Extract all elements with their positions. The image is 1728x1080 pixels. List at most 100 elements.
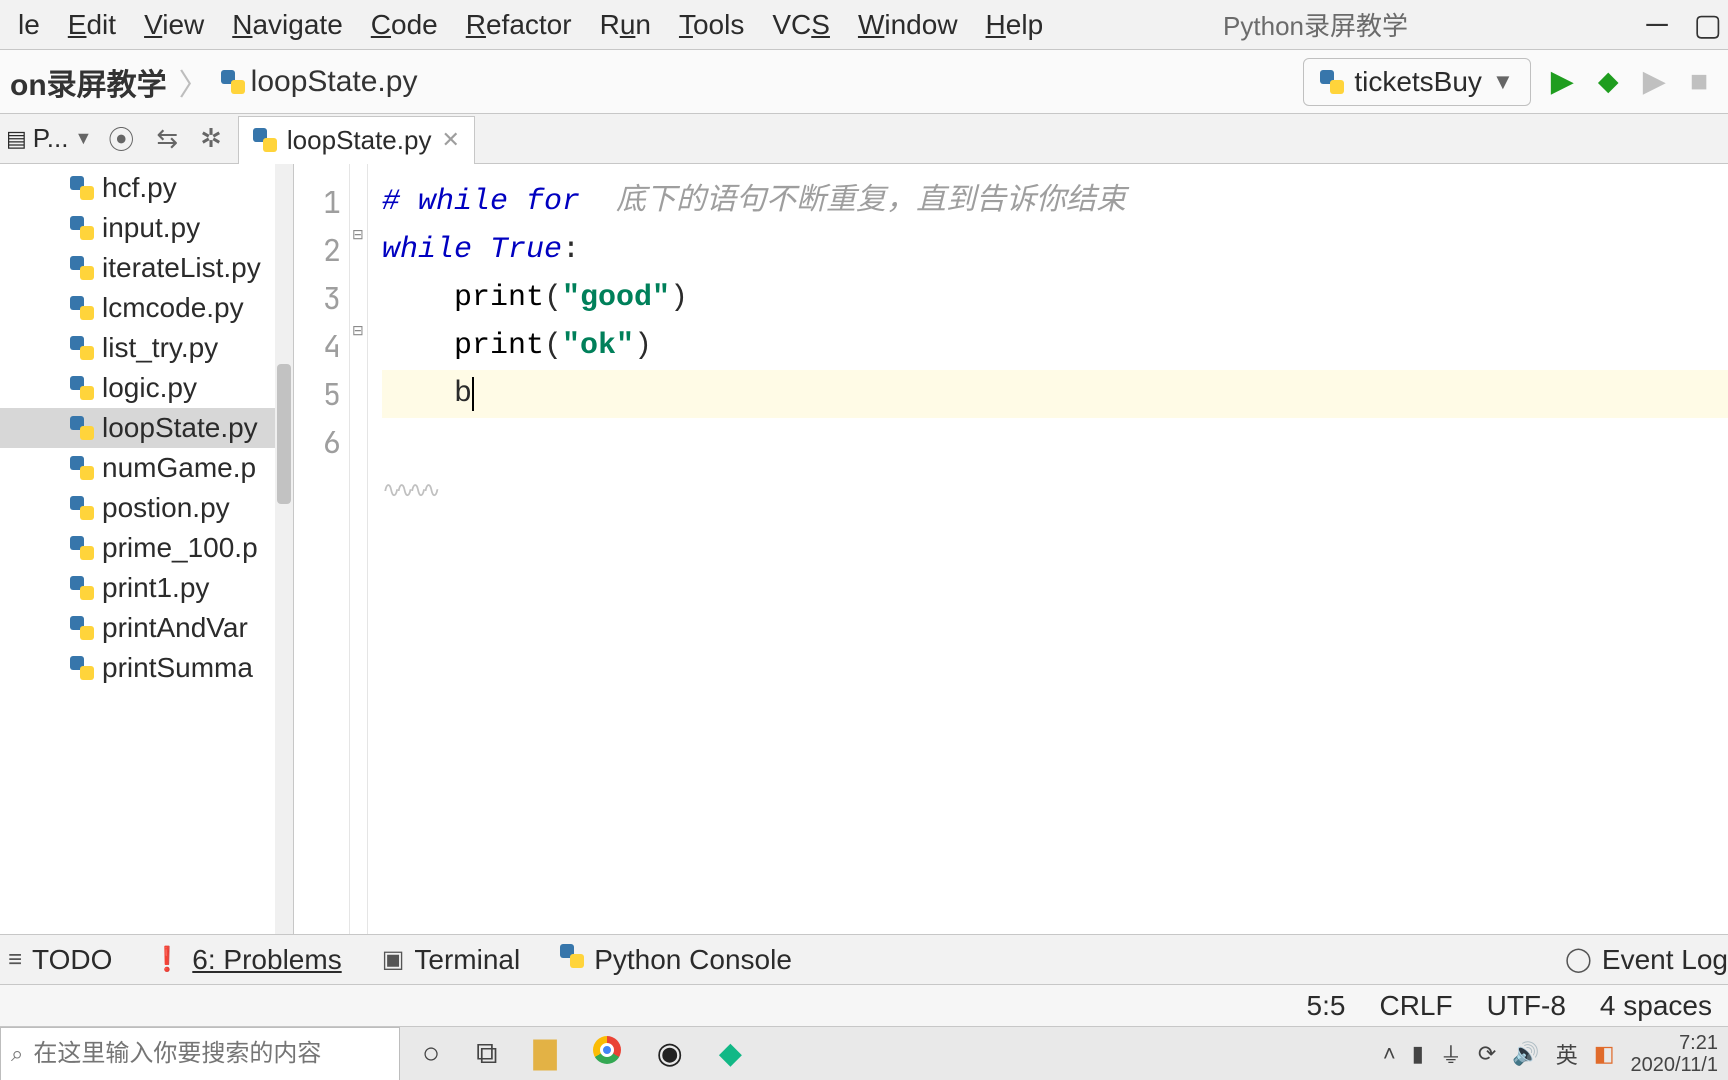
terminal-icon: ▣ bbox=[382, 945, 405, 974]
caret-position[interactable]: 5:5 bbox=[1307, 990, 1346, 1022]
run-config-selector[interactable]: ticketsBuy ▼ bbox=[1303, 58, 1530, 106]
python-file-icon bbox=[70, 456, 94, 480]
network-icon[interactable]: ⏚ bbox=[1440, 1038, 1462, 1070]
tree-item[interactable]: print1.py bbox=[0, 568, 293, 608]
menu-run[interactable]: Run bbox=[586, 3, 665, 47]
python-file-icon bbox=[1320, 70, 1344, 94]
menu-file[interactable]: le bbox=[4, 3, 54, 47]
menu-code[interactable]: Code bbox=[357, 3, 452, 47]
menu-view[interactable]: View bbox=[130, 3, 218, 47]
menu-help[interactable]: Help bbox=[972, 3, 1058, 47]
todo-icon: ≡ bbox=[8, 946, 22, 974]
tree-item[interactable]: lcmcode.py bbox=[0, 288, 293, 328]
fold-gutter[interactable]: ⊟ ⊟ bbox=[350, 164, 368, 934]
python-file-icon bbox=[253, 128, 277, 152]
stop-button[interactable]: ■ bbox=[1690, 65, 1708, 99]
file-explorer-icon[interactable]: ▇ bbox=[534, 1036, 557, 1071]
menu-vcs[interactable]: VCS bbox=[758, 3, 844, 47]
tree-item-label: logic.py bbox=[102, 372, 197, 404]
file-encoding[interactable]: UTF-8 bbox=[1487, 990, 1566, 1022]
menu-navigate[interactable]: Navigate bbox=[218, 3, 357, 47]
tree-item[interactable]: prime_100.p bbox=[0, 528, 293, 568]
search-input[interactable] bbox=[33, 1040, 389, 1068]
tree-item-label: hcf.py bbox=[102, 172, 177, 204]
app-icon-1[interactable]: ◉ bbox=[657, 1036, 683, 1071]
terminal-toolwindow[interactable]: ▣ Terminal bbox=[382, 944, 521, 976]
tree-item[interactable]: printSumma bbox=[0, 648, 293, 688]
text-caret bbox=[472, 377, 474, 411]
debug-button[interactable]: ⬥ bbox=[1598, 65, 1619, 99]
fold-start-icon[interactable]: ⊟ bbox=[352, 226, 364, 244]
event-log-toolwindow[interactable]: ◯ Event Log bbox=[1565, 944, 1728, 976]
problems-icon: ❗ bbox=[152, 945, 182, 974]
project-tree[interactable]: hcf.py input.pyiterateList.pylcmcode.py li… bbox=[0, 164, 294, 934]
python-file-icon bbox=[70, 216, 94, 240]
tree-item[interactable]: loopState.py bbox=[0, 408, 293, 448]
breadcrumb-chevron-icon: 〉 bbox=[177, 60, 211, 104]
breadcrumb-project[interactable]: on录屏教学 bbox=[0, 60, 177, 104]
task-view-icon[interactable]: ⧉ bbox=[476, 1037, 497, 1071]
indent-info[interactable]: 4 spaces bbox=[1600, 990, 1712, 1022]
tree-item[interactable]: logic.py bbox=[0, 368, 293, 408]
ime-indicator[interactable]: 英 bbox=[1556, 1038, 1578, 1070]
chevron-down-icon: ▼ bbox=[74, 128, 92, 149]
windows-search[interactable]: ⌕ bbox=[0, 1027, 400, 1080]
tree-item-label: printAndVar bbox=[102, 612, 248, 644]
python-file-icon bbox=[70, 616, 94, 640]
chrome-icon[interactable] bbox=[593, 1036, 621, 1072]
system-tray[interactable]: ˄ ▮ ⏚ ⟳ 🔊 英 ◧ 7:21 2020/11/1 bbox=[1373, 1032, 1728, 1076]
tree-item-label: prime_100.p bbox=[102, 532, 258, 564]
python-file-icon bbox=[70, 576, 94, 600]
python-file-icon bbox=[70, 176, 94, 200]
python-icon bbox=[560, 944, 584, 975]
line-separator[interactable]: CRLF bbox=[1379, 990, 1452, 1022]
maximize-icon[interactable]: ▢ bbox=[1694, 8, 1722, 43]
problems-toolwindow[interactable]: ❗ 6: Problems bbox=[152, 944, 341, 976]
tree-scrollbar[interactable] bbox=[275, 164, 293, 934]
tree-item-label: list_try.py bbox=[102, 332, 218, 364]
menu-refactor[interactable]: Refactor bbox=[452, 3, 586, 47]
taskbar-clock[interactable]: 7:21 2020/11/1 bbox=[1631, 1032, 1719, 1076]
project-toolwindow-button[interactable]: ▤ P... ▼ bbox=[0, 123, 98, 154]
cortana-icon[interactable]: ○ bbox=[422, 1037, 440, 1071]
python-file-icon bbox=[70, 496, 94, 520]
menu-tools[interactable]: Tools bbox=[665, 3, 758, 47]
menu-edit[interactable]: Edit bbox=[54, 3, 130, 47]
project-header: ▤ P... ▼ ⦿ ⇆ ✲ loopState.py ✕ bbox=[0, 114, 1728, 164]
event-log-icon: ◯ bbox=[1565, 945, 1592, 974]
breadcrumb-file[interactable]: loopState.py bbox=[211, 65, 428, 99]
volume-icon[interactable]: 🔊 bbox=[1512, 1041, 1539, 1067]
tree-item[interactable]: list_try.py bbox=[0, 328, 293, 368]
battery-icon[interactable]: ▮ bbox=[1412, 1041, 1424, 1067]
tree-item[interactable]: printAndVar bbox=[0, 608, 293, 648]
close-tab-icon[interactable]: ✕ bbox=[441, 127, 459, 153]
minimize-icon[interactable]: ─ bbox=[1646, 8, 1667, 42]
fold-end-icon[interactable]: ⊟ bbox=[352, 322, 364, 340]
wifi-icon[interactable]: ⟳ bbox=[1478, 1041, 1496, 1067]
menu-window[interactable]: Window bbox=[844, 3, 972, 47]
collapse-icon[interactable]: ⇆ bbox=[156, 123, 178, 154]
locate-icon[interactable]: ⦿ bbox=[108, 120, 134, 157]
tree-item[interactable]: iterateList.py bbox=[0, 248, 293, 288]
tray-up-icon[interactable]: ˄ bbox=[1383, 1041, 1396, 1067]
code-area[interactable]: # while for 底下的语句不断重复，直到告诉你结束 while True… bbox=[368, 164, 1728, 934]
tree-item[interactable]: hcf.py bbox=[0, 168, 293, 208]
window-title: Python录屏教学 bbox=[1223, 6, 1408, 43]
tree-item[interactable]: numGame.p bbox=[0, 448, 293, 488]
ime-icon[interactable]: ◧ bbox=[1594, 1041, 1615, 1067]
scrollbar-thumb[interactable] bbox=[277, 364, 291, 504]
python-console-toolwindow[interactable]: Python Console bbox=[560, 944, 792, 976]
tree-item-label: print1.py bbox=[102, 572, 209, 604]
coverage-button[interactable]: ▶ bbox=[1643, 64, 1666, 99]
tree-item[interactable]: input.py bbox=[0, 208, 293, 248]
settings-gear-icon[interactable]: ✲ bbox=[200, 123, 222, 154]
tree-item-label: printSumma bbox=[102, 652, 253, 684]
todo-toolwindow[interactable]: ≡ TODO bbox=[8, 944, 112, 976]
pycharm-icon[interactable]: ◆ bbox=[719, 1036, 742, 1071]
python-file-icon bbox=[70, 336, 94, 360]
code-editor[interactable]: 123456 ⊟ ⊟ # while for 底下的语句不断重复，直到告诉你结束… bbox=[294, 164, 1728, 934]
tree-item[interactable]: postion.py bbox=[0, 488, 293, 528]
editor-tab-loopstate[interactable]: loopState.py ✕ bbox=[238, 116, 475, 164]
python-file-icon bbox=[70, 656, 94, 680]
run-button[interactable]: ▶ bbox=[1551, 64, 1574, 99]
